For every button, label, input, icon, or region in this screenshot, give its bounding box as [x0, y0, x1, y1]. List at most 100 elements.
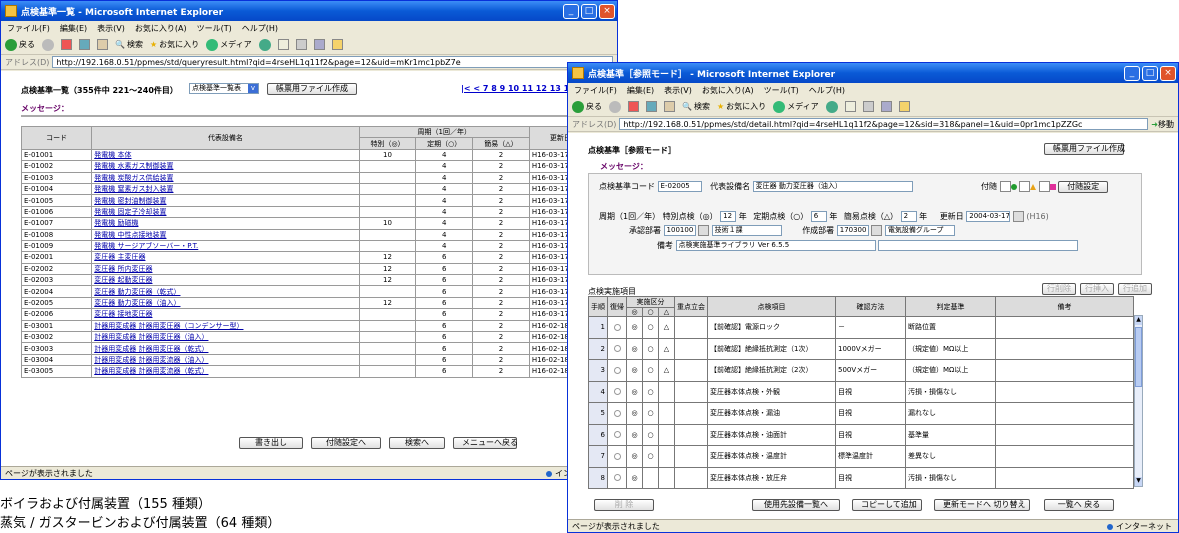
row-dup[interactable] [607, 316, 627, 339]
row-dup[interactable] [607, 402, 627, 425]
edit-icon[interactable] [313, 39, 325, 50]
delete-row-button[interactable]: 行削除 [1042, 283, 1076, 295]
search-button[interactable]: 🔍 検索 [115, 39, 143, 50]
menu-edit[interactable]: 編集(E) [627, 85, 654, 96]
delete-button[interactable]: 削 除 [594, 499, 654, 511]
row-name-link[interactable]: 発電機 励磁機 [91, 217, 360, 230]
usage-list-button[interactable]: 使用先設備一覧へ [752, 499, 840, 511]
row-dup[interactable] [607, 466, 627, 489]
back-button[interactable]: 戻る [572, 100, 602, 113]
home-icon[interactable] [97, 39, 108, 50]
note-field-2[interactable] [878, 240, 1079, 251]
row-dup[interactable] [607, 337, 627, 360]
menu-tools[interactable]: ツール(T) [764, 85, 799, 96]
scroll-thumb[interactable] [1135, 327, 1142, 387]
col-code[interactable]: コード [20, 126, 93, 150]
menu-favorites[interactable]: お気に入り(A) [135, 23, 187, 34]
note-field[interactable]: 点検実施基準ライブラリ Ver 6.5.5 [675, 240, 876, 251]
dept-lookup-icon[interactable] [698, 225, 710, 236]
menu-edit[interactable]: 編集(E) [60, 23, 87, 34]
updated-field[interactable]: 2004-03-17 [966, 211, 1011, 222]
author-lookup-icon[interactable] [871, 225, 883, 236]
menu-view[interactable]: 表示(V) [97, 23, 125, 34]
row-name-link[interactable]: 計器用変成器 計器用変流器（乾式） [91, 365, 360, 378]
menu-help[interactable]: ヘルプ(H) [242, 23, 278, 34]
row-name-link[interactable]: 発電機 密封油制御装置 [91, 194, 360, 207]
favorites-button[interactable]: ★ お気に入り [150, 39, 199, 50]
row-name-link[interactable]: 変圧器 主変圧器 [91, 251, 360, 264]
row-name-link[interactable]: 変圧器 起動変圧器 [91, 274, 360, 287]
row-name-link[interactable]: 発電機 水素ガス制御装置 [91, 160, 360, 173]
minimize-button[interactable]: _ [563, 4, 579, 19]
refresh-icon[interactable] [646, 101, 657, 112]
scroll-down-icon[interactable]: ▼ [1135, 477, 1142, 486]
insert-row-button[interactable]: 行挿入 [1080, 283, 1114, 295]
code-field[interactable]: E-02005 [657, 181, 702, 192]
history-icon[interactable] [825, 100, 838, 113]
close-button[interactable]: × [599, 4, 615, 19]
author-name-field[interactable]: 電気設備グループ [884, 225, 955, 236]
daily-field[interactable]: 12 [720, 211, 737, 222]
home-icon[interactable] [664, 101, 675, 112]
items-scrollbar[interactable]: ▲ ▼ [1134, 315, 1143, 487]
row-name-link[interactable]: 計器用変成器 計器用変圧器（乾式） [91, 342, 360, 355]
back-button[interactable]: 戻る [5, 38, 35, 51]
row-dup[interactable] [607, 445, 627, 468]
attach-settings-button[interactable]: 付随設定 [1058, 181, 1109, 193]
search-nav-button[interactable]: 検索へ [389, 437, 445, 449]
row-name-link[interactable]: 変圧器 所内変圧器 [91, 262, 360, 276]
maximize-button[interactable]: □ [581, 4, 597, 19]
calendar-icon[interactable] [1012, 211, 1024, 222]
address-input[interactable]: http://192.168.0.51/ppmes/std/detail.htm… [619, 118, 1149, 130]
regular-field[interactable]: 6 [810, 211, 827, 222]
copy-add-button[interactable]: コピーして追加 [852, 499, 922, 511]
row-name-link[interactable]: 発電機 サージアブソーバー・P.T. [91, 239, 360, 253]
menu-file[interactable]: ファイル(F) [7, 23, 50, 34]
stop-icon[interactable] [628, 101, 639, 112]
mail-icon[interactable] [277, 39, 289, 50]
scroll-up-icon[interactable]: ▲ [1135, 316, 1142, 325]
go-button[interactable]: ➜移動 [1151, 119, 1174, 130]
list-window-titlebar[interactable]: 点検基準一覧 - Microsoft Internet Explorer [1, 1, 617, 21]
author-code-field[interactable]: 170300 [836, 225, 869, 236]
folder-icon[interactable] [331, 39, 343, 50]
ledger-file-button[interactable]: 帳票用ファイル作成 [267, 83, 357, 95]
row-dup[interactable] [607, 423, 627, 446]
favorites-button[interactable]: ★ お気に入り [717, 101, 766, 112]
dept-name-field[interactable]: 技術１課 [711, 225, 782, 236]
attach-settings-button[interactable]: 付随設定へ [311, 437, 381, 449]
minimize-button[interactable]: _ [1124, 66, 1140, 81]
media-button[interactable]: メディア [773, 100, 819, 113]
attach-checkbox-1[interactable] [999, 181, 1011, 192]
stop-icon[interactable] [61, 39, 72, 50]
ledger-file-button[interactable]: 帳票用ファイル作成 [1044, 143, 1125, 155]
menu-favorites[interactable]: お気に入り(A) [702, 85, 754, 96]
name-field[interactable]: 変圧器 動力変圧器（油入） [752, 181, 913, 192]
switch-update-mode-button[interactable]: 更新モードへ 切り替え [934, 499, 1030, 511]
row-dup[interactable] [607, 359, 627, 382]
row-name-link[interactable]: 発電機 本体 [91, 148, 360, 162]
simple-field[interactable]: 2 [900, 211, 917, 222]
menu-file[interactable]: ファイル(F) [574, 85, 617, 96]
row-name-link[interactable]: 発電機 固定子冷却装置 [91, 205, 360, 219]
print-icon[interactable] [862, 101, 874, 112]
menu-tools[interactable]: ツール(T) [197, 23, 232, 34]
menu-view[interactable]: 表示(V) [664, 85, 692, 96]
close-button[interactable]: × [1160, 66, 1176, 81]
row-name-link[interactable]: 変圧器 接地変圧器 [91, 308, 360, 321]
edit-icon[interactable] [880, 101, 892, 112]
row-name-link[interactable]: 計器用変成器 計器用変圧器（油入） [91, 331, 360, 344]
detail-window-titlebar[interactable]: 点検基準［参照モード］ - Microsoft Internet Explore… [568, 63, 1178, 83]
address-input[interactable]: http://192.168.0.51/ppmes/std/queryresul… [52, 56, 613, 68]
row-name-link[interactable]: 発電機 炭酸ガス供給装置 [91, 171, 360, 184]
print-icon[interactable] [295, 39, 307, 50]
refresh-icon[interactable] [79, 39, 90, 50]
back-to-menu-button[interactable]: メニューへ戻る [453, 437, 518, 449]
history-icon[interactable] [258, 38, 271, 51]
attach-checkbox-3[interactable] [1038, 181, 1050, 192]
maximize-button[interactable]: □ [1142, 66, 1158, 81]
mail-icon[interactable] [844, 101, 856, 112]
media-button[interactable]: メディア [206, 38, 252, 51]
forward-icon[interactable] [609, 100, 621, 113]
row-name-link[interactable]: 計器用変成器 計器用変圧器（コンデンサー型） [91, 319, 360, 333]
